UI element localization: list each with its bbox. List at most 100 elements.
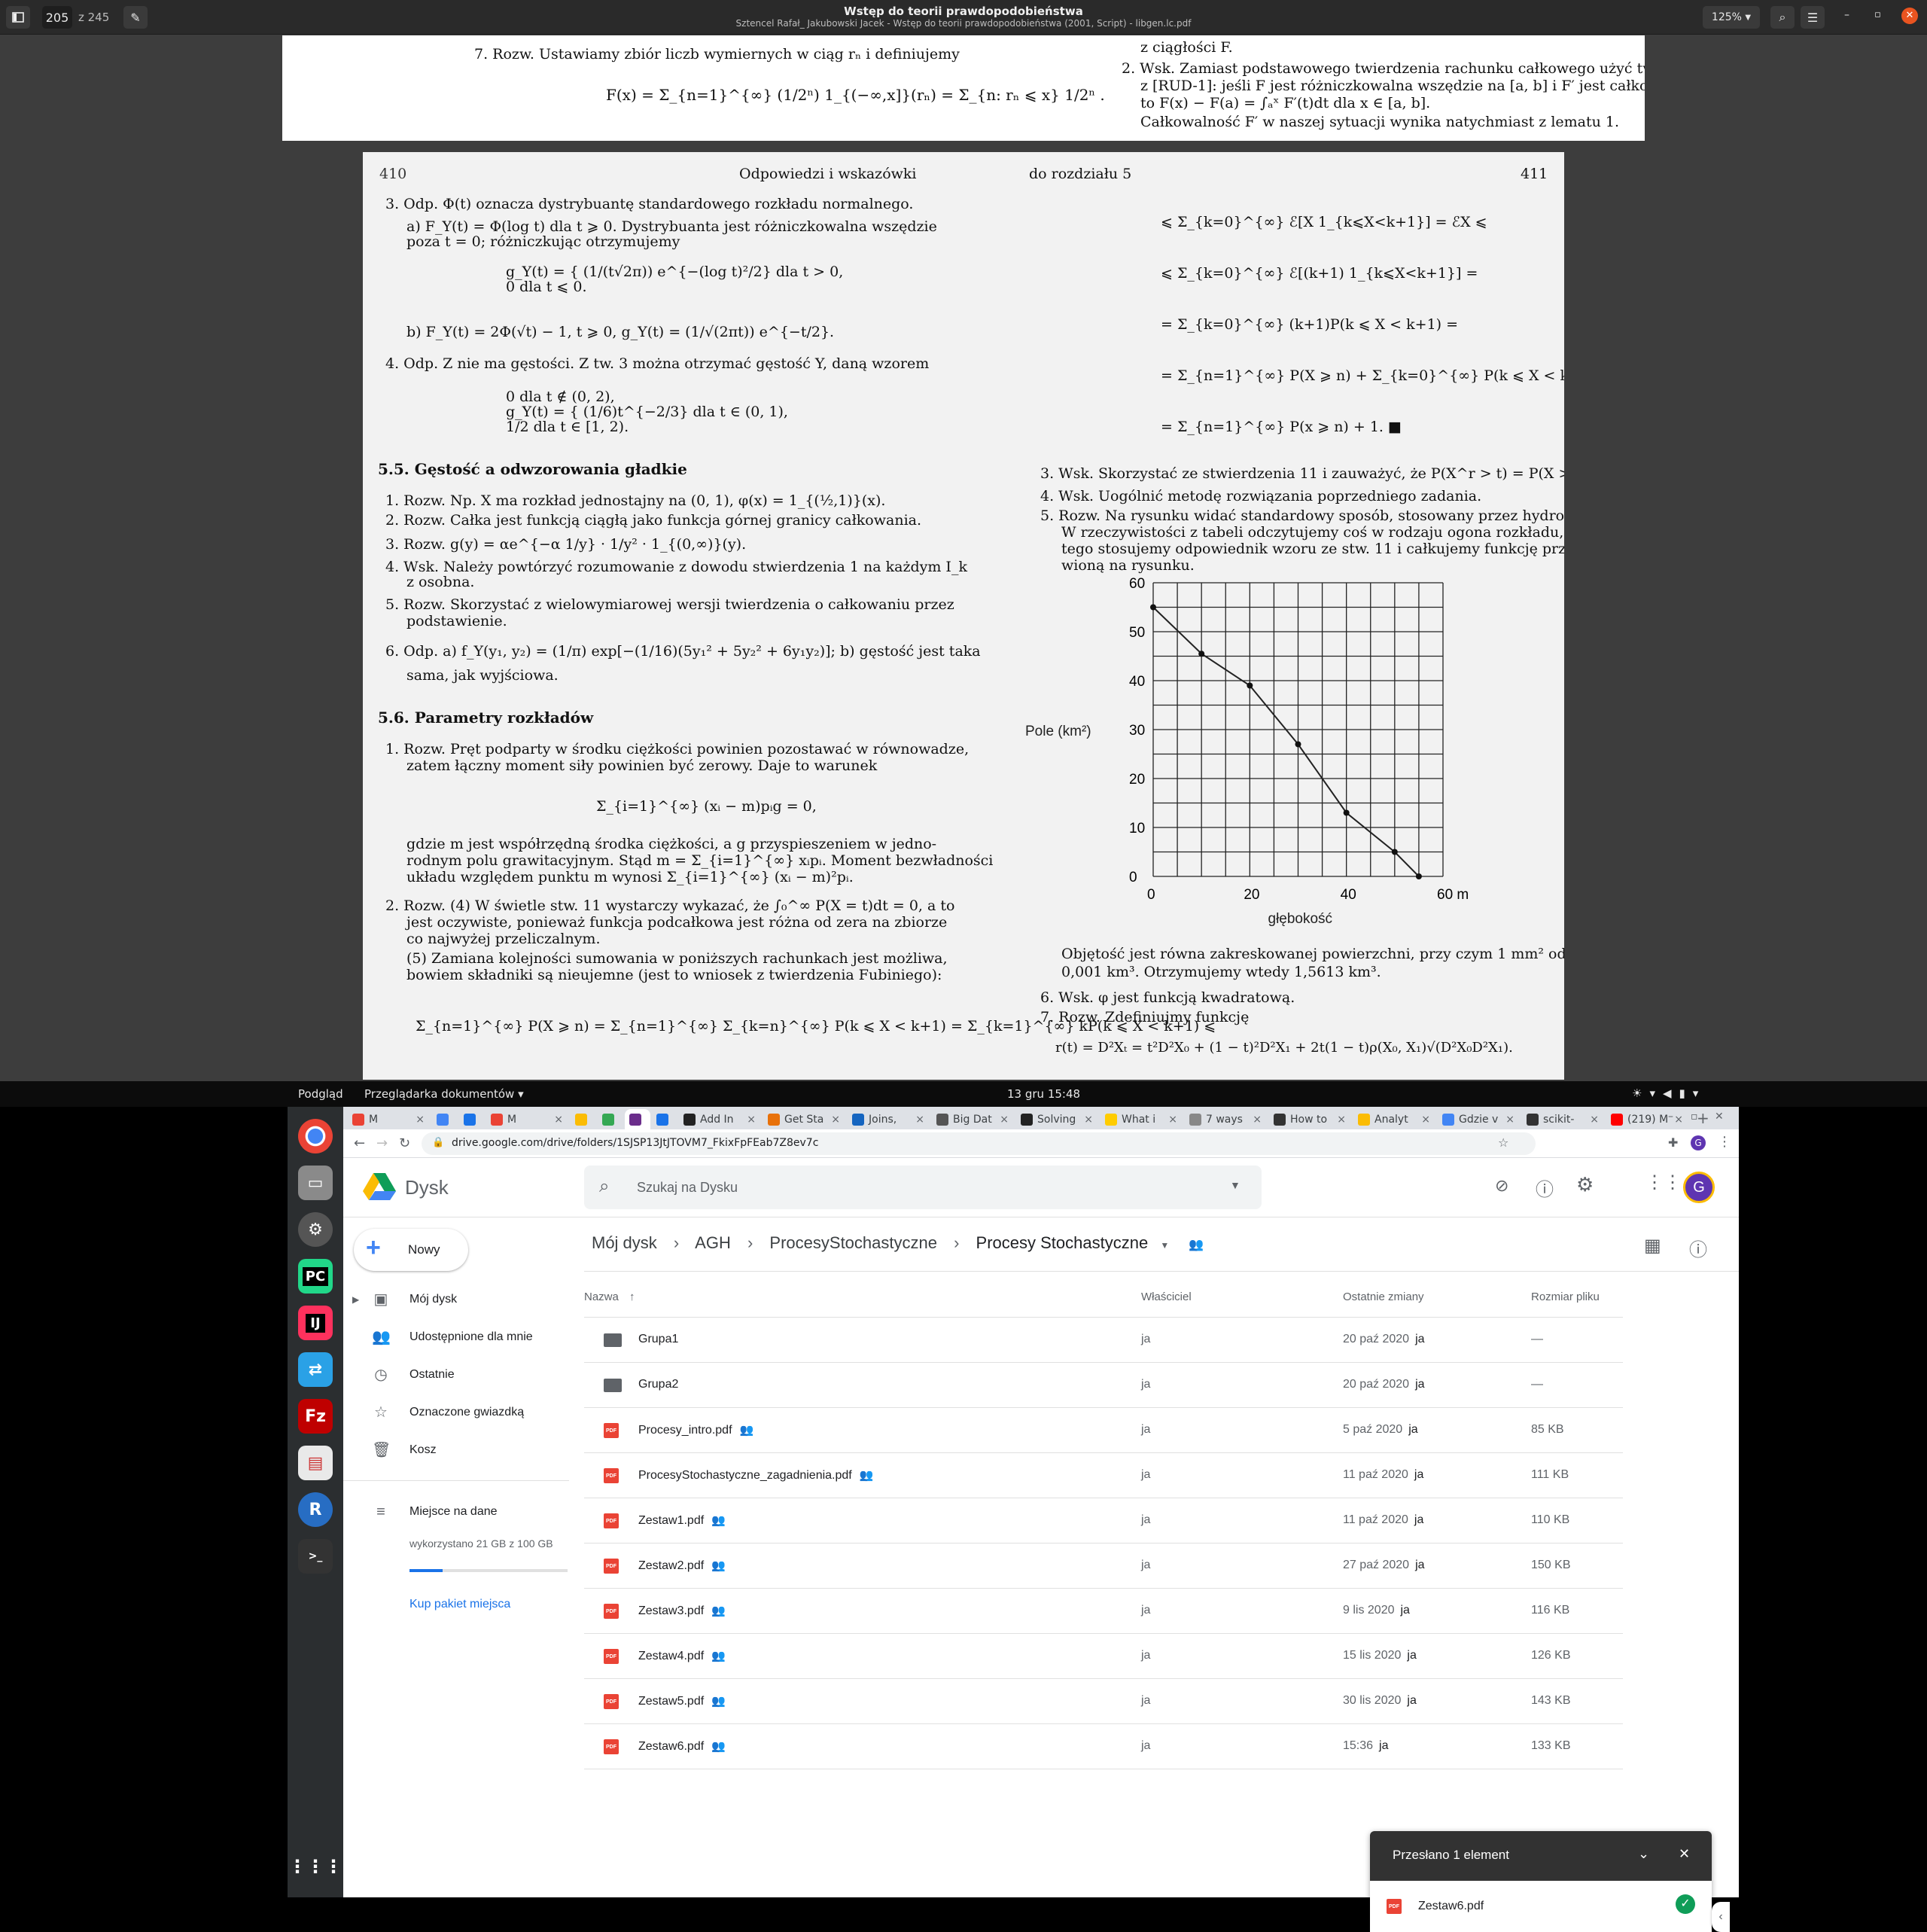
apps-grid-icon[interactable]: ⋮⋮ [1645, 1172, 1682, 1193]
sort-up-icon[interactable]: ↑ [629, 1291, 635, 1303]
file-row[interactable]: PDF Procesy_intro.pdf 👥 ja 5 paź 2020 ja 85 KB [584, 1408, 1623, 1453]
chrome-launcher[interactable] [298, 1119, 333, 1153]
browser-tab[interactable] [625, 1109, 650, 1129]
profile-avatar-small[interactable]: G [1691, 1135, 1706, 1150]
browser-tab[interactable]: How to × [1269, 1109, 1352, 1129]
minimize-button[interactable]: – [1844, 9, 1849, 21]
terminal-launcher[interactable]: >_ [298, 1539, 333, 1574]
star-icon[interactable]: ☆ [1498, 1135, 1508, 1150]
tab-close-icon[interactable]: × [915, 1114, 924, 1126]
browser-tab[interactable]: M × [486, 1109, 569, 1129]
tab-close-icon[interactable]: × [1505, 1114, 1515, 1126]
help-icon[interactable]: ⓘ [1536, 1175, 1554, 1201]
pycharm-launcher[interactable]: PC [298, 1259, 333, 1294]
settings-icon[interactable]: ⚙ [1576, 1173, 1594, 1196]
search-options-icon[interactable]: ▼ [1230, 1179, 1241, 1191]
column-header-size[interactable]: Rozmiar pliku [1531, 1291, 1600, 1303]
menu-button[interactable]: ☰ [1801, 6, 1825, 29]
details-info-icon[interactable]: ⓘ [1689, 1235, 1707, 1261]
nav-storage[interactable]: ≡ Miejsce na dane [343, 1494, 569, 1530]
uploaded-file-name[interactable]: Zestaw6.pdf [1418, 1900, 1484, 1913]
breadcrumb-agh[interactable]: AGH [695, 1233, 731, 1252]
side-panel-toggle[interactable]: ‹ [1712, 1902, 1730, 1932]
filezilla-launcher[interactable]: Fz [298, 1399, 333, 1434]
remote-desktop-launcher[interactable]: ⇄ [298, 1352, 333, 1387]
forward-icon[interactable]: → [376, 1135, 388, 1151]
browser-tab[interactable] [598, 1109, 623, 1129]
file-row[interactable]: PDF Zestaw6.pdf 👥 ja 15:36 ja 133 KB [584, 1724, 1623, 1769]
tab-close-icon[interactable]: × [747, 1114, 756, 1126]
window-close-button[interactable]: ✕ [1715, 1111, 1724, 1123]
intellij-launcher[interactable]: IJ [298, 1306, 333, 1340]
search-button[interactable]: ⌕ [1770, 6, 1795, 29]
breadcrumb-current-folder[interactable]: Procesy Stochastyczne [976, 1233, 1149, 1252]
window-restore-button[interactable]: ▫ [1691, 1111, 1698, 1123]
tab-close-icon[interactable]: × [1421, 1114, 1430, 1126]
drive-search-box[interactable]: ⌕ Szukaj na Dysku ▼ [584, 1166, 1262, 1209]
column-header-modified[interactable]: Ostatnie zmiany [1343, 1291, 1424, 1303]
file-row[interactable]: PDF Zestaw4.pdf 👥 ja 15 lis 2020 ja 126 KB [584, 1634, 1623, 1679]
activities-label[interactable]: Podgląd [298, 1087, 343, 1101]
drive-logo[interactable] [363, 1172, 396, 1202]
file-row[interactable]: PDF Zestaw2.pdf 👥 ja 27 paź 2020 ja 150 KB [584, 1543, 1623, 1589]
buy-storage-link[interactable]: Kup pakiet miejsca [409, 1598, 510, 1611]
nav-starred[interactable]: ☆ Oznaczone gwiazdką [343, 1394, 569, 1431]
expand-arrow-icon[interactable]: ▶ [352, 1294, 359, 1305]
browser-tab[interactable] [459, 1109, 485, 1129]
browser-tab[interactable]: Big Dat × [932, 1109, 1015, 1129]
file-row[interactable]: PDF ProcesyStochastyczne_zagadnienia.pdf 👥… [584, 1453, 1623, 1498]
folder-menu-icon[interactable]: ▼ [1160, 1240, 1169, 1251]
window-minimize-button[interactable]: – [1668, 1111, 1673, 1123]
settings-launcher[interactable]: ⚙ [298, 1212, 333, 1247]
browser-tab[interactable]: Add In × [679, 1109, 762, 1129]
close-window-button[interactable]: ✕ [1901, 8, 1918, 24]
app-menu[interactable]: Przeglądarka dokumentów ▾ [364, 1087, 524, 1101]
browser-tab[interactable]: Get Sta × [763, 1109, 846, 1129]
grid-view-icon[interactable]: ▦ [1644, 1235, 1661, 1257]
chrome-menu-icon[interactable]: ⋮ [1718, 1134, 1731, 1150]
file-row[interactable]: Grupa1 ja 20 paź 2020 ja — [584, 1318, 1623, 1363]
extensions-icon[interactable]: ✚ [1668, 1135, 1678, 1150]
address-bar[interactable]: 🔒 drive.google.com/drive/folders/1SJSP13… [422, 1132, 1536, 1155]
close-panel-icon[interactable]: ✕ [1679, 1846, 1690, 1862]
breadcrumb-my-drive[interactable]: Mój dysk [592, 1233, 657, 1252]
file-row[interactable]: Grupa2 ja 20 paź 2020 ja — [584, 1363, 1623, 1408]
back-icon[interactable]: ← [354, 1135, 365, 1151]
tab-close-icon[interactable]: × [831, 1114, 840, 1126]
breadcrumb-procesy-folder[interactable]: ProcesyStochastyczne [769, 1233, 937, 1252]
tab-close-icon[interactable]: × [554, 1114, 563, 1126]
column-header-name[interactable]: Nazwa ↑ [584, 1291, 635, 1303]
document-viewer-launcher[interactable]: ▤ [298, 1446, 333, 1480]
browser-tab[interactable] [652, 1109, 677, 1129]
browser-tab[interactable]: 7 ways × [1185, 1109, 1268, 1129]
files-launcher[interactable]: ▭ [298, 1166, 333, 1200]
collapse-chevron-icon[interactable]: ⌄ [1638, 1846, 1649, 1862]
file-row[interactable]: PDF Zestaw3.pdf 👥 ja 9 lis 2020 ja 116 KB [584, 1589, 1623, 1634]
nav-my-drive[interactable]: ▶ ▣ Mój dysk [343, 1281, 569, 1318]
tab-close-icon[interactable]: × [1000, 1114, 1009, 1126]
browser-tab[interactable]: What i × [1100, 1109, 1183, 1129]
browser-tab[interactable]: M × [348, 1109, 431, 1129]
show-apps-button[interactable]: ⋮⋮⋮ [288, 1849, 342, 1884]
tab-close-icon[interactable]: × [1084, 1114, 1093, 1126]
nav-shared-with-me[interactable]: 👥 Udostępnione dla mnie [343, 1319, 569, 1355]
tab-close-icon[interactable]: × [1674, 1114, 1683, 1126]
tab-close-icon[interactable]: × [416, 1114, 425, 1126]
browser-tab[interactable]: Analyt × [1353, 1109, 1436, 1129]
browser-tab[interactable] [571, 1109, 596, 1129]
account-avatar[interactable]: G [1683, 1172, 1715, 1203]
file-row[interactable]: PDF Zestaw5.pdf 👥 ja 30 lis 2020 ja 143 KB [584, 1679, 1623, 1724]
zoom-dropdown[interactable]: 125% ▼ [1703, 6, 1760, 29]
tab-close-icon[interactable]: × [1590, 1114, 1599, 1126]
nav-recent[interactable]: ◷ Ostatnie [343, 1357, 569, 1393]
tab-close-icon[interactable]: × [1253, 1114, 1262, 1126]
offline-status-icon[interactable]: ⊘ [1495, 1176, 1508, 1196]
browser-tab[interactable]: Joins, × [848, 1109, 930, 1129]
file-row[interactable]: PDF Zestaw1.pdf 👥 ja 11 paź 2020 ja 110 KB [584, 1498, 1623, 1543]
browser-tab[interactable]: scikit- × [1522, 1109, 1605, 1129]
browser-tab[interactable]: Solving × [1016, 1109, 1099, 1129]
tab-close-icon[interactable]: × [1337, 1114, 1346, 1126]
r-launcher[interactable]: R [298, 1492, 333, 1527]
clock[interactable]: 13 gru 15:48 [1007, 1087, 1080, 1101]
maximize-button[interactable]: ▫ [1874, 9, 1881, 20]
